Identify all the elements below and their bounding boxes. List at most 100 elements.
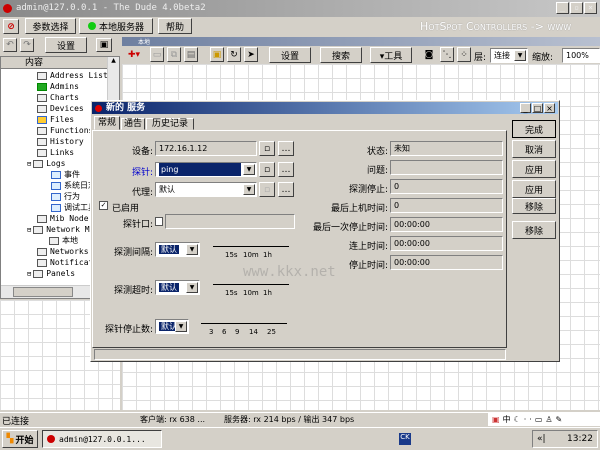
agent-edit-button[interactable]: ▫ xyxy=(259,182,275,197)
network-icon[interactable]: ▣ xyxy=(96,38,112,52)
close-button[interactable]: × xyxy=(584,2,597,14)
pointer-icon[interactable]: ➤ xyxy=(244,47,258,62)
tree-item[interactable]: 本地 xyxy=(49,235,78,246)
last-up-label: 最后上机时间: xyxy=(330,204,388,214)
left-settings-button[interactable]: 设置 xyxy=(45,37,87,53)
dialog-title-bar: 新的 服务 _ □ × xyxy=(92,102,558,114)
map-settings-button[interactable]: 设置 xyxy=(269,47,311,63)
tree-item[interactable]: Networks xyxy=(37,246,89,257)
lock-icon[interactable]: ▣ xyxy=(210,47,224,62)
link-icon[interactable]: ▭ xyxy=(150,47,164,62)
collapse-icon[interactable]: ⊟ xyxy=(27,226,31,234)
hscroll-thumb[interactable] xyxy=(13,287,73,297)
minimize-button[interactable]: _ xyxy=(556,2,569,14)
taskbar-task[interactable]: admin@127.0.0.1... xyxy=(42,430,162,448)
binoculars-icon[interactable]: ◙ xyxy=(422,47,436,62)
tree-item[interactable]: Links xyxy=(37,147,74,158)
forward-icon[interactable]: ↷ xyxy=(20,38,34,52)
probe-edit-button[interactable]: ▫ xyxy=(259,162,275,177)
ime-toolbar[interactable]: ▣中☾··▭♙✎ xyxy=(488,413,600,426)
interval-select[interactable]: 默认 ▼ xyxy=(155,242,200,257)
start-button[interactable]: ▚ 开始 xyxy=(2,430,38,448)
probe-more-button[interactable]: … xyxy=(278,162,294,177)
interval-slider[interactable]: 15s 10m 1h xyxy=(209,236,289,259)
down-count-select[interactable]: 默认 ▼ xyxy=(155,319,189,334)
tree-item[interactable]: ⊟ Panels xyxy=(27,268,75,279)
list-icon xyxy=(37,247,47,256)
timeout-select[interactable]: 默认 ▼ xyxy=(155,280,200,295)
down-count-slider[interactable]: 3 6 9 14 25 xyxy=(197,313,287,336)
layout-icon[interactable]: ⋱ xyxy=(440,47,454,62)
device-select-button[interactable]: ▫ xyxy=(259,141,275,156)
windows-logo-icon: ▚ xyxy=(6,434,14,444)
disconnect-icon[interactable]: ⊘ xyxy=(3,19,19,34)
last-down-field: 00:00:00 xyxy=(390,217,503,232)
add-icon[interactable]: ✚▾ xyxy=(124,47,144,63)
collapse-icon[interactable]: ⊟ xyxy=(27,270,31,278)
dialog-minimize-button[interactable]: _ xyxy=(520,103,531,113)
device-more-button[interactable]: … xyxy=(278,141,294,156)
refresh-icon[interactable]: ↻ xyxy=(227,47,241,62)
cancel-button[interactable]: 取消 xyxy=(512,140,556,158)
enabled-label: 已启用 xyxy=(112,204,140,214)
tree-item[interactable]: Functions xyxy=(37,125,93,136)
system-tray: «| 13:22 xyxy=(532,430,598,448)
server-traffic: 服务器: rx 214 bps / 输出 347 bps xyxy=(224,415,355,424)
tree-item[interactable]: Files xyxy=(37,114,74,125)
device-field[interactable]: 172.16.1.12 xyxy=(155,141,257,156)
list-icon xyxy=(37,137,47,146)
tray-ime-icon[interactable]: CK xyxy=(399,433,411,445)
copy-icon[interactable]: ⧉ xyxy=(167,47,181,62)
port-field[interactable] xyxy=(165,214,295,229)
uptime-label: 连上时间: xyxy=(348,242,388,252)
layer-select[interactable]: 连接 ▼ xyxy=(490,48,528,63)
status-bar: 已连接 客户端: rx 638 ... 服务器: rx 214 bps / 输出… xyxy=(0,412,600,427)
list-icon xyxy=(37,71,47,80)
apply-button[interactable]: 应用 xyxy=(512,160,556,178)
tree-item[interactable]: Admins xyxy=(37,81,79,92)
tree-item[interactable]: Address List xyxy=(37,70,108,81)
down-count-label: 探针停止数: xyxy=(104,325,153,335)
tree-item[interactable]: Mib Node xyxy=(37,213,89,224)
client-traffic: 客户端: rx 638 ... xyxy=(140,415,206,424)
tree-item[interactable]: 行为 xyxy=(51,191,80,202)
chevron-down-icon: ▼ xyxy=(243,164,255,175)
tray-expand-icon[interactable]: «| xyxy=(537,434,546,444)
help-button[interactable]: 帮助 xyxy=(158,18,192,34)
dialog-close-button[interactable]: × xyxy=(544,103,555,113)
local-server-button[interactable]: 本地服务器 xyxy=(79,18,153,34)
tree-item[interactable]: 事件 xyxy=(51,169,80,180)
collapse-icon[interactable]: ⊟ xyxy=(27,160,31,168)
tools-button[interactable]: ▾工具 xyxy=(370,47,412,63)
agent-more-button[interactable]: … xyxy=(278,182,294,197)
ok-button[interactable]: 完成 xyxy=(512,120,556,138)
search-button[interactable]: 搜索 xyxy=(320,47,362,63)
layer-label: 层: xyxy=(474,53,487,63)
tab-panel: 设备: 172.16.1.12 ▫ … 探针: ping ▼ ▫ … 代理: 默认… xyxy=(92,130,507,348)
back-icon[interactable]: ↶ xyxy=(3,38,17,52)
last-up-field: 0 xyxy=(390,198,503,213)
map-pane-title: 本地 xyxy=(122,37,600,46)
apply-button-2[interactable]: 应用 xyxy=(512,180,556,198)
app-icon xyxy=(3,4,12,13)
watermark: www.kkx.net xyxy=(243,264,336,280)
preferences-button[interactable]: 参数选择 xyxy=(25,18,76,34)
tab-general[interactable]: 常规 xyxy=(94,116,120,130)
zoom-field[interactable]: 100% xyxy=(562,48,600,63)
arrange-icon[interactable]: ⁘ xyxy=(457,47,471,62)
remove-button[interactable]: 移除 xyxy=(512,198,556,214)
probe-select[interactable]: ping ▼ xyxy=(155,162,257,177)
enabled-checkbox[interactable]: ✓ xyxy=(99,201,108,210)
tree-item[interactable]: Devices xyxy=(37,103,84,114)
remove-button-2[interactable]: 移除 xyxy=(512,221,556,239)
tab-history[interactable]: 历史记录 xyxy=(146,118,194,130)
agent-select[interactable]: 默认 ▼ xyxy=(155,182,257,197)
tree-item[interactable]: Charts xyxy=(37,92,79,103)
paste-icon[interactable]: ▤ xyxy=(184,47,198,62)
tab-notifications[interactable]: 通告 xyxy=(121,118,145,130)
tree-item[interactable]: ⊟ Logs xyxy=(27,158,65,169)
dialog-maximize-button[interactable]: □ xyxy=(532,103,543,113)
restore-button[interactable]: ▫ xyxy=(570,2,583,14)
port-checkbox[interactable] xyxy=(155,217,163,226)
log-icon xyxy=(51,181,61,190)
